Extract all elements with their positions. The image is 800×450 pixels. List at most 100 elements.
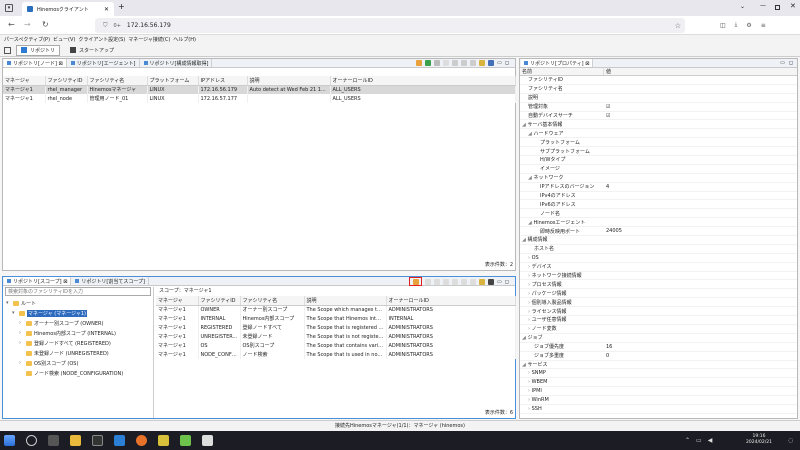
delete-icon[interactable] [443,278,449,285]
property-row[interactable]: › WinRM [520,396,797,405]
maximize-view-icon[interactable]: ◻ [505,279,509,285]
tree-node-internal[interactable]: › Hinemos内部スコープ (INTERNAL) [6,328,123,338]
search-icon[interactable] [26,435,37,446]
col-ip-address[interactable]: IPアドレス [198,76,248,86]
minimize-view-icon[interactable]: ▭ [780,60,785,66]
add-icon[interactable] [425,278,431,285]
property-row[interactable]: › SNMP [520,369,797,379]
tab-repository-config[interactable]: リポジトリ[構成情報取得] [141,59,213,67]
scope-refresh-button[interactable] [409,277,422,286]
property-row[interactable]: › ネットワーク接続情報 [520,272,797,281]
property-row[interactable]: IPv4のアドレス [520,192,797,201]
table-row[interactable]: マネージャ1 REGISTERED 登録ノードすべて The Scope that i… [156,323,516,332]
filter-icon[interactable] [461,60,468,66]
release-icon[interactable] [470,278,476,285]
collapse-icon[interactable]: ▾ [6,300,11,306]
property-row[interactable]: › IPMI [520,387,797,397]
paint-icon[interactable] [202,435,213,446]
property-row[interactable]: ◢ 構成情報 [520,236,797,245]
property-row[interactable]: › SSH [520,405,797,414]
menu-perspective[interactable]: パースペクティブ(P) [4,36,50,43]
menu-manager-connection[interactable]: マネージャ接続(C) [128,36,170,43]
notification-icon[interactable]: ◌ [788,437,793,444]
property-row[interactable]: › プロセス情報 [520,280,797,290]
browser-tab[interactable]: Hinemosクライアント ✕ [22,2,114,16]
device-search-icon[interactable] [470,60,477,66]
vscode-icon[interactable] [114,435,125,446]
facility-search-input[interactable] [5,287,151,296]
property-row[interactable]: › パッケージ情報 [520,289,797,299]
tab-repository-node[interactable]: リポジトリ[ノード] ⊠ [4,59,67,67]
expand-icon[interactable]: › [19,360,24,366]
property-row[interactable]: › デバイス [520,263,797,272]
terminal-icon[interactable] [92,435,103,446]
pocket-icon[interactable]: ◫ [720,22,726,29]
col-facility-id[interactable]: ファシリティID [45,76,88,86]
tab-repository-scope[interactable]: リポジトリ[スコープ] ⊠ [4,277,72,285]
task-view-icon[interactable] [48,435,59,446]
collapse-icon[interactable]: ▾ [12,310,17,316]
app-menu-icon[interactable]: ≡ [761,22,766,29]
property-row[interactable]: › OS [520,254,797,263]
tree-node-manager[interactable]: ▾ マネージャ (マネージャ1) [6,308,123,318]
assign-icon[interactable] [461,278,467,285]
property-row[interactable]: ◢ サーバ基本情報 [520,120,797,130]
maximize-view-icon[interactable]: ◻ [789,60,793,66]
tab-dropdown-icon[interactable]: ⌄ [740,3,745,10]
copy-icon[interactable] [452,60,459,66]
col-facility-id[interactable]: ファシリティID [198,296,241,306]
property-row[interactable]: IPv6のアドレス [520,200,797,210]
table-row[interactable]: マネージャ1 UNREGISTER... 未登録ノード The Scope that … [156,332,516,341]
close-window-icon[interactable]: ✕ [790,2,796,10]
property-row[interactable]: ジョブ多重度 0 [520,352,797,361]
settings-icon[interactable] [488,60,495,66]
tree-node-unregistered[interactable]: 未登録ノード (UNREGISTERED) [6,348,123,358]
col-description[interactable]: 説明 [247,76,331,86]
tab-repository-agent[interactable]: リポジトリ[エージェント] [68,59,140,67]
property-row[interactable]: 即時反映用ポート 24005 [520,227,797,237]
tab-repository-assigned-scope[interactable]: リポジトリ[割当てスコープ] [72,277,149,285]
url-bar[interactable]: ⛉ 0+ 172.16.56.179 ☆ [95,18,685,33]
property-row[interactable]: ジョブ優先度 16 [520,343,797,352]
tab-list-icon[interactable]: ▾ [5,4,13,12]
property-row[interactable]: サブプラットフォーム [520,147,797,157]
edit-icon[interactable] [434,278,440,285]
col-owner-role[interactable]: オーナーロールID [330,76,516,86]
new-tab-icon[interactable]: + [118,2,125,11]
col-description[interactable]: 説明 [304,296,387,306]
edit-icon[interactable] [434,60,441,66]
table-row[interactable]: マネージャ1 INTERNAL Hinemos内部スコープ The Scope tha… [156,314,516,323]
col-owner-role[interactable]: オーナーロールID [386,296,516,306]
col-facility-name[interactable]: ファシリティ名 [87,76,148,86]
property-row[interactable]: プラットフォーム [520,138,797,148]
property-row[interactable]: 自動デバイスサーチ ☑ [520,112,797,121]
property-row[interactable]: ファシリティ名 [520,85,797,94]
back-icon[interactable]: ← [8,20,15,29]
expand-icon[interactable]: › [19,330,24,336]
property-row[interactable]: ファシリティID [520,76,797,85]
property-row[interactable]: ◢ サービス [520,361,797,370]
col-facility-name[interactable]: ファシリティ名 [240,296,305,306]
menu-client-settings[interactable]: クライアント設定(S) [78,36,125,43]
property-row[interactable]: ◢ ジョブ [520,334,797,343]
volume-icon[interactable]: ◀ [708,437,713,444]
bookmark-star-icon[interactable]: ☆ [675,22,681,30]
tab-repository-property[interactable]: リポジトリ[プロパティ] ⊠ [521,59,594,67]
tree-node-node-config[interactable]: ノード検索 (NODE_CONFIGURATION) [6,368,123,378]
table-row[interactable]: マネージャ1 NODE_CONFI... ノード検索 The Scope that i… [156,350,516,359]
add-icon[interactable] [425,60,432,66]
perspective-startup[interactable]: スタートアップ [65,45,119,56]
table-row[interactable]: マネージャ1 OWNER オーナー別スコープ The Scope which mana… [156,305,516,314]
copy-icon[interactable] [452,278,458,285]
delete-icon[interactable] [443,60,450,66]
refresh-icon[interactable] [416,60,423,66]
property-row[interactable]: ノード名 [520,209,797,219]
col-manager[interactable]: マネージャ [3,76,46,86]
table-row[interactable]: マネージャ1 rhel_manager Hinemosマネージャ LINUX 1… [3,85,516,94]
menu-help[interactable]: ヘルプ(H) [173,36,196,43]
downloads-icon[interactable]: ⤓ [735,21,738,29]
open-perspective-icon[interactable] [4,46,11,54]
property-row[interactable]: ◢ ネットワーク [520,174,797,183]
col-platform[interactable]: プラットフォーム [147,76,199,86]
close-tab-icon[interactable]: ✕ [104,6,109,13]
